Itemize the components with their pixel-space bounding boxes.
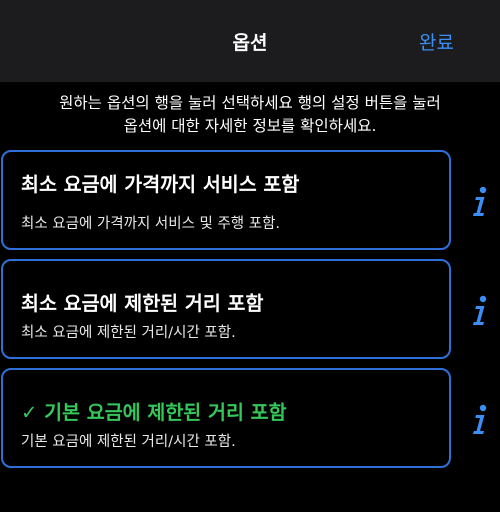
info-icon[interactable]	[467, 294, 493, 328]
instructions-line-1: 원하는 옵션의 행을 눌러 선택하세요 행의 설정 버튼을 눌러	[59, 94, 441, 112]
instructions-line-2: 옵션에 대한 자세한 정보를 확인하세요.	[123, 117, 377, 135]
info-icon[interactable]	[467, 403, 493, 437]
navigation-bar: 옵션 완료	[0, 0, 500, 82]
option-description: 최소 요금에 가격까지 서비스 및 주행 포함.	[21, 216, 281, 232]
option-row-3[interactable]: ✓ 기본 요금에 제한된 거리 포함 기본 요금에 제한된 거리/시간 포함.	[1, 368, 451, 468]
instructions-text: 원하는 옵션의 행을 눌러 선택하세요 행의 설정 버튼을 눌러 옵션에 대한 …	[10, 92, 490, 138]
info-icon[interactable]	[467, 185, 493, 219]
done-button[interactable]: 완료	[419, 28, 454, 55]
option-description: 기본 요금에 제한된 거리/시간 포함.	[21, 434, 236, 450]
option-row-2[interactable]: 최소 요금에 제한된 거리 포함 최소 요금에 제한된 거리/시간 포함.	[1, 259, 451, 359]
option-description: 최소 요금에 제한된 거리/시간 포함.	[21, 325, 236, 341]
option-title: 최소 요금에 제한된 거리 포함	[21, 292, 264, 315]
option-title-selected: ✓ 기본 요금에 제한된 거리 포함	[21, 401, 287, 424]
option-row-1[interactable]: 최소 요금에 가격까지 서비스 포함 최소 요금에 가격까지 서비스 및 주행 …	[1, 150, 451, 250]
option-title: 최소 요금에 가격까지 서비스 포함	[21, 173, 300, 196]
